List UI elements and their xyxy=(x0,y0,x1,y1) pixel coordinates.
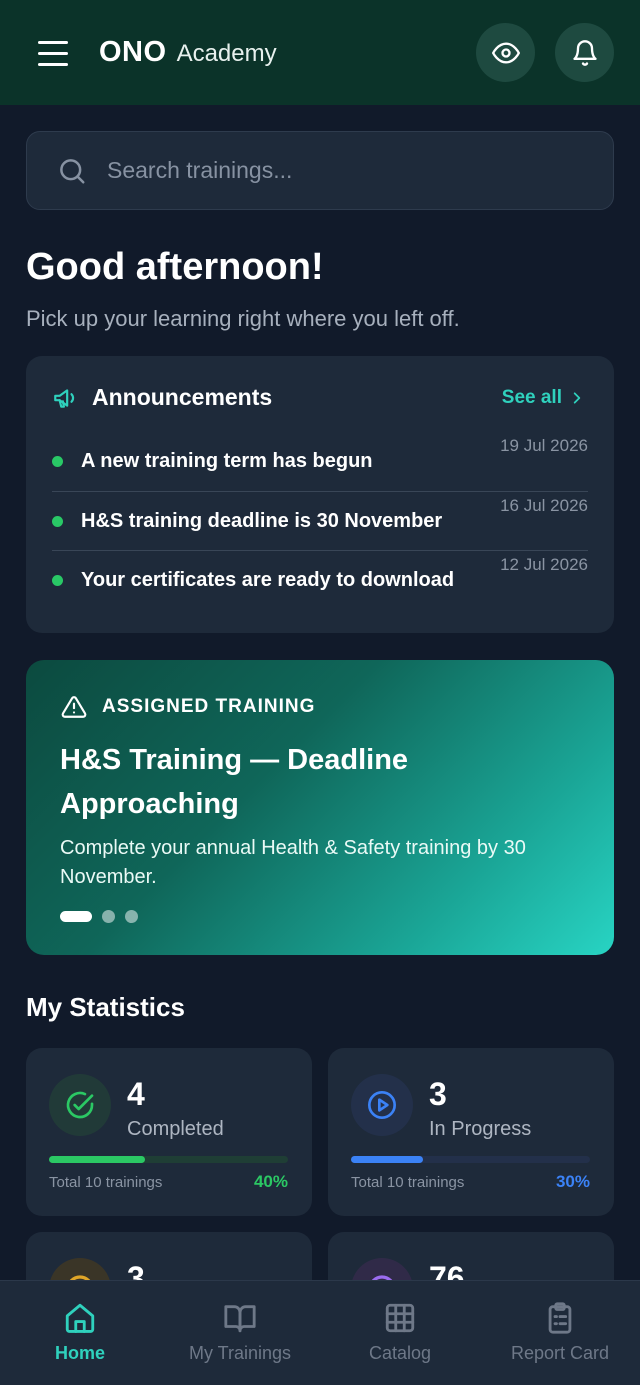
stat-total: Total 10 trainings xyxy=(351,1174,465,1191)
app-header: ONO Academy xyxy=(0,0,640,105)
greeting-title: Good afternoon! xyxy=(26,246,324,288)
visibility-button[interactable] xyxy=(476,23,535,82)
announcement-date: 16 Jul 2026 xyxy=(500,496,588,515)
banner-title: H&S Training — Deadline Approaching xyxy=(60,744,409,820)
stat-card-in-progress[interactable]: 3 In Progress Total 10 trainings 30% xyxy=(328,1048,614,1216)
carousel-dot[interactable] xyxy=(125,910,138,923)
bottom-navigation: Home My Trainings Catalog Report Card xyxy=(0,1280,640,1385)
nav-label: My Trainings xyxy=(188,1343,292,1363)
greeting-subtitle: Pick up your learning right where you le… xyxy=(26,306,460,331)
nav-home[interactable]: Home xyxy=(0,1281,160,1385)
announcement-item[interactable]: H&S training deadline is 30 November 16 … xyxy=(52,491,588,550)
home-icon xyxy=(65,1303,95,1333)
megaphone-icon xyxy=(54,388,75,408)
carousel-dot-active[interactable] xyxy=(60,911,92,922)
announcement-text: H&S training deadline is 30 November xyxy=(81,509,443,532)
eye-icon xyxy=(491,42,520,63)
stat-icon-bg xyxy=(351,1074,413,1136)
book-open-icon xyxy=(224,1305,256,1333)
carousel-pagination xyxy=(60,910,138,923)
nav-my-trainings[interactable]: My Trainings xyxy=(160,1281,320,1385)
progress-track xyxy=(49,1156,288,1163)
unread-dot xyxy=(52,574,63,586)
nav-label: Report Card xyxy=(510,1343,610,1363)
clipboard-icon xyxy=(548,1302,572,1334)
search-input[interactable] xyxy=(107,157,567,184)
unread-dot xyxy=(52,515,63,527)
bell-icon xyxy=(572,39,597,66)
banner-tag: ASSIGNED TRAINING xyxy=(102,696,316,717)
check-circle-icon xyxy=(66,1091,94,1119)
grid-icon xyxy=(385,1303,415,1333)
progress-track xyxy=(351,1156,590,1163)
announcement-text: Your certificates are ready to download xyxy=(81,568,455,591)
stat-total: Total 10 trainings xyxy=(49,1174,163,1191)
play-circle-icon xyxy=(368,1091,396,1119)
menu-button[interactable] xyxy=(38,40,68,66)
banner-description: Complete your annual Health & Safety tra… xyxy=(60,837,526,888)
see-all-link[interactable]: See all xyxy=(502,387,584,409)
assigned-training-banner[interactable]: ASSIGNED TRAINING H&S Training — Deadlin… xyxy=(26,660,614,955)
chevron-right-icon xyxy=(573,391,581,404)
stat-label: Completed xyxy=(127,1118,224,1140)
carousel-dot[interactable] xyxy=(102,910,115,923)
see-all-label: See all xyxy=(501,386,562,408)
statistics-title: My Statistics xyxy=(26,992,185,1022)
brand-name: ONO xyxy=(99,36,167,68)
stat-value: 3 xyxy=(429,1076,447,1112)
progress-fill xyxy=(351,1156,423,1163)
announcement-text: A new training term has begun xyxy=(81,450,373,472)
nav-report-card[interactable]: Report Card xyxy=(480,1281,640,1385)
nav-catalog[interactable]: Catalog xyxy=(320,1281,480,1385)
announcements-card: Announcements See all A new training ter… xyxy=(26,356,614,633)
announcements-title: Announcements xyxy=(92,384,273,410)
search-icon xyxy=(60,158,85,183)
announcement-item[interactable]: A new training term has begun 19 Jul 202… xyxy=(52,432,588,491)
stat-value: 4 xyxy=(127,1076,145,1112)
stat-icon-bg xyxy=(49,1074,111,1136)
search-bar xyxy=(26,131,614,210)
announcement-date: 12 Jul 2026 xyxy=(500,555,588,574)
progress-fill xyxy=(49,1156,145,1163)
notifications-button[interactable] xyxy=(555,23,614,82)
warning-icon xyxy=(61,696,87,718)
unread-dot xyxy=(52,456,63,467)
brand-logo[interactable]: ONO Academy xyxy=(99,36,277,69)
brand-subtitle: Academy xyxy=(176,40,277,67)
nav-label: Home xyxy=(54,1343,105,1363)
stat-card-completed[interactable]: 4 Completed Total 10 trainings 40% xyxy=(26,1048,312,1216)
announcement-date: 19 Jul 2026 xyxy=(500,436,588,455)
announcement-item[interactable]: Your certificates are ready to download … xyxy=(52,550,588,609)
nav-label: Catalog xyxy=(368,1343,432,1363)
stat-percent: 30% xyxy=(555,1172,590,1191)
stat-label: In Progress xyxy=(429,1118,532,1140)
stat-percent: 40% xyxy=(253,1172,288,1191)
